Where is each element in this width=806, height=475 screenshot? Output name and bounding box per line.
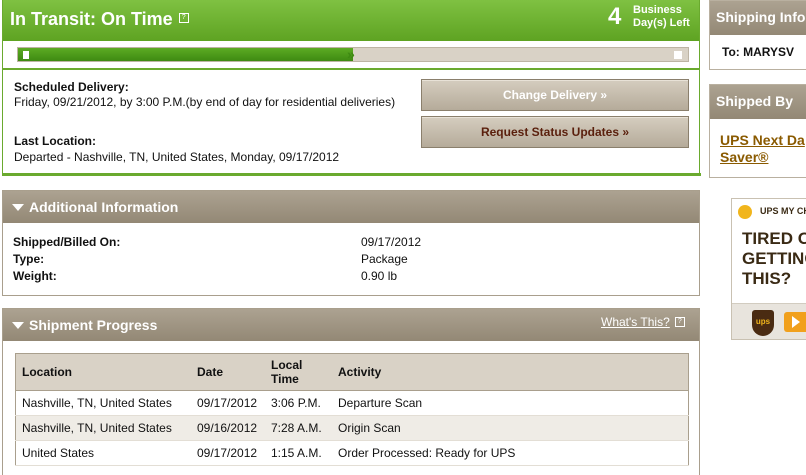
shipping-info-box: Shipping Info To: MARYSV	[709, 0, 806, 70]
cell-location: United States	[15, 440, 191, 466]
ups-my-choice-ad[interactable]: UPS MY CH TIRED OF GETTING THIS? ups	[731, 198, 806, 340]
info-value: 09/17/2012	[361, 235, 422, 249]
ad-go-button[interactable]	[784, 312, 806, 332]
column-header-date: Date	[191, 353, 265, 391]
shipment-progress-header[interactable]: Shipment Progress What's This??	[3, 309, 699, 341]
status-title: In Transit: On Time?	[10, 9, 189, 30]
table-row: Nashville, TN, United States 09/16/2012 …	[15, 415, 689, 441]
column-header-activity: Activity	[332, 353, 689, 391]
help-icon[interactable]: ?	[178, 13, 189, 23]
scheduled-delivery-value: Friday, 09/21/2012, by 3:00 P.M.(by end …	[14, 95, 396, 109]
play-arrow-icon	[792, 316, 800, 328]
cell-local-time: 7:28 A.M.	[265, 415, 332, 441]
last-location-value: Departed - Nashville, TN, United States,…	[14, 150, 340, 164]
delivery-progress-bar: »	[17, 46, 689, 62]
additional-information-header[interactable]: Additional Information	[3, 191, 699, 223]
ups-lock-icon	[738, 205, 752, 219]
info-label: Weight:	[13, 269, 57, 283]
change-delivery-button[interactable]: Change Delivery »	[421, 79, 689, 111]
cell-activity: Departure Scan	[332, 390, 689, 416]
collapse-triangle-icon[interactable]	[12, 322, 24, 329]
scheduled-delivery-label: Scheduled Delivery:	[14, 80, 129, 94]
progress-chevron-icon: »	[347, 46, 355, 62]
cell-local-time: 3:06 P.M.	[265, 390, 332, 416]
table-row: Nashville, TN, United States 09/17/2012 …	[15, 390, 689, 416]
status-header: In Transit: On Time? 4 Business Day(s) L…	[3, 0, 699, 41]
column-header-local-time: Local Time	[265, 353, 332, 391]
cell-location: Nashville, TN, United States	[15, 390, 191, 416]
progress-bar-fill	[18, 48, 353, 61]
whats-this-text[interactable]: What's This?	[601, 315, 670, 329]
ship-to-value: To: MARYSV	[722, 45, 794, 59]
ad-headline-line: THIS?	[742, 269, 792, 288]
service-name-line[interactable]: Saver®	[720, 149, 805, 166]
additional-information-panel: Additional Information Shipped/Billed On…	[2, 190, 700, 296]
cell-activity: Origin Scan	[332, 415, 689, 441]
divider	[3, 68, 699, 70]
collapse-triangle-icon[interactable]	[12, 204, 24, 211]
ad-headline: TIRED OF GETTING THIS?	[742, 229, 806, 289]
cell-date: 09/16/2012	[191, 415, 265, 441]
ad-headline-line: GETTING	[742, 249, 806, 268]
cell-date: 09/17/2012	[191, 390, 265, 416]
whats-this-link[interactable]: What's This??	[601, 315, 685, 329]
days-left-number: 4	[608, 3, 622, 30]
days-left-label: Business Day(s) Left	[633, 4, 690, 29]
table-header-row: Location Date Local Time Activity	[15, 353, 689, 391]
request-status-updates-button[interactable]: Request Status Updates »	[421, 116, 689, 148]
info-label: Type:	[13, 252, 45, 266]
table-row: United States 09/17/2012 1:15 A.M. Order…	[15, 440, 689, 466]
shipment-status-panel: In Transit: On Time? 4 Business Day(s) L…	[2, 0, 701, 176]
column-header-location: Location	[15, 353, 191, 391]
cell-date: 09/17/2012	[191, 440, 265, 466]
shipped-by-title: Shipped By	[710, 85, 806, 119]
cell-location: Nashville, TN, United States	[15, 415, 191, 441]
ad-footer: ups	[732, 303, 806, 339]
divider	[3, 173, 701, 176]
info-value: 0.90 lb	[361, 269, 398, 283]
shipment-progress-table: Location Date Local Time Activity Nashvi…	[15, 353, 689, 466]
info-value: Package	[361, 252, 408, 266]
ups-shield-logo-icon: ups	[752, 310, 774, 336]
cell-local-time: 1:15 A.M.	[265, 440, 332, 466]
last-location-label: Last Location:	[14, 134, 97, 148]
help-icon[interactable]: ?	[674, 317, 685, 327]
shipped-by-box: Shipped By UPS Next Da Saver®	[709, 84, 806, 178]
additional-information-title: Additional Information	[29, 199, 179, 215]
service-name-line[interactable]: UPS Next Da	[720, 132, 805, 149]
ad-brand: UPS MY CH	[760, 206, 806, 216]
ad-headline-line: TIRED OF	[742, 229, 806, 248]
cell-activity: Order Processed: Ready for UPS	[332, 440, 689, 466]
progress-end-marker	[674, 51, 682, 59]
progress-start-marker	[23, 51, 29, 59]
shipment-progress-title: Shipment Progress	[29, 317, 158, 333]
service-name-link[interactable]: UPS Next Da Saver®	[720, 132, 805, 166]
status-title-text: In Transit: On Time	[10, 9, 173, 29]
shipping-info-title: Shipping Info	[710, 1, 806, 35]
shipment-progress-panel: Shipment Progress What's This?? Location…	[2, 308, 700, 475]
info-label: Shipped/Billed On:	[13, 235, 121, 249]
